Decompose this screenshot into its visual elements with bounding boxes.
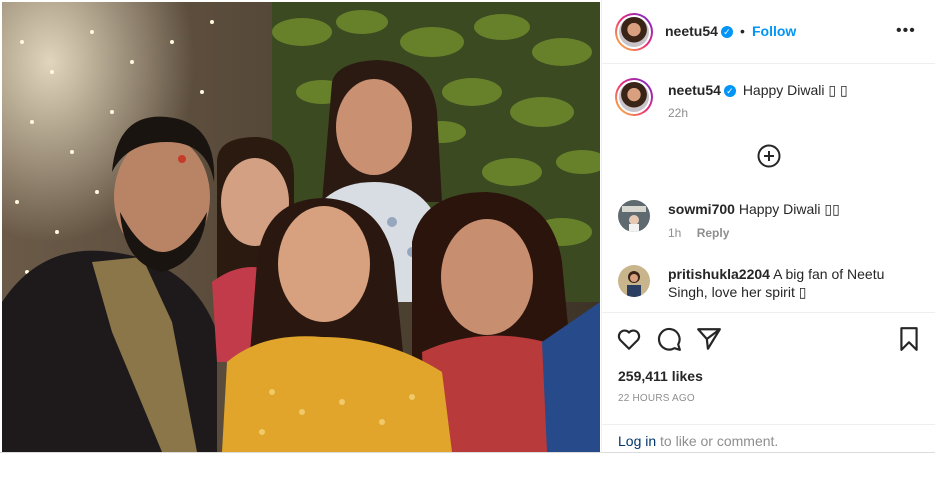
post-header: neetu54 ✓ • Follow •••	[602, 0, 935, 64]
comment-username[interactable]: sowmi700	[668, 201, 735, 217]
comment-icon[interactable]	[656, 326, 682, 352]
follow-button[interactable]: Follow	[752, 23, 796, 39]
caption-text-row: neetu54 ✓ Happy Diwali ▯ ▯	[668, 82, 848, 99]
comment-body: sowmi700 Happy Diwali ▯▯	[668, 200, 922, 218]
share-icon[interactable]	[696, 326, 722, 352]
instagram-post: neetu54 ✓ • Follow ••• neetu54 ✓ Happy Diw…	[0, 0, 935, 453]
plus-circle-icon[interactable]	[757, 144, 781, 168]
comment-time[interactable]: 1h	[668, 226, 681, 240]
caption-username[interactable]: neetu54	[668, 82, 721, 98]
post-sidebar: neetu54 ✓ • Follow ••• neetu54 ✓ Happy Diw…	[601, 0, 935, 453]
header-username-row: neetu54 ✓	[665, 23, 733, 41]
comment-avatar[interactable]	[618, 265, 650, 297]
comment-meta: 1h Reply	[668, 226, 741, 240]
bookmark-icon[interactable]	[896, 326, 922, 352]
caption-avatar[interactable]	[615, 78, 653, 116]
post-timestamp[interactable]: 22 HOURS AGO	[618, 393, 695, 404]
header-username[interactable]: neetu54	[665, 23, 718, 39]
verified-badge-icon: ✓	[723, 85, 736, 98]
login-suffix: to like or comment.	[656, 433, 779, 449]
post-photo[interactable]	[2, 2, 600, 452]
group-selfie-image	[2, 2, 600, 452]
login-link[interactable]: Log in	[618, 433, 656, 449]
post-actions: 259,411 likes 22 HOURS AGO Log in to lik…	[602, 312, 935, 453]
avatar[interactable]	[615, 13, 653, 51]
login-prompt: Log in to like or comment.	[602, 424, 935, 454]
verified-badge-icon: ✓	[720, 25, 733, 38]
comment-avatar[interactable]	[618, 200, 650, 232]
more-options-icon[interactable]: •••	[896, 22, 916, 40]
reply-button[interactable]: Reply	[697, 226, 730, 240]
page-footer-area	[0, 453, 935, 503]
comment-text: Happy Diwali ▯▯	[738, 201, 840, 217]
comment-username[interactable]: pritishukla2204	[668, 266, 770, 282]
caption-text: Happy Diwali ▯ ▯	[742, 82, 848, 98]
separator-dot: •	[740, 23, 745, 39]
comment-body: pritishukla2204 A big fan of Neetu Singh…	[668, 265, 922, 301]
heart-icon[interactable]	[616, 326, 642, 352]
caption-time[interactable]: 22h	[668, 106, 688, 120]
likes-count[interactable]: 259,411 likes	[618, 368, 703, 384]
